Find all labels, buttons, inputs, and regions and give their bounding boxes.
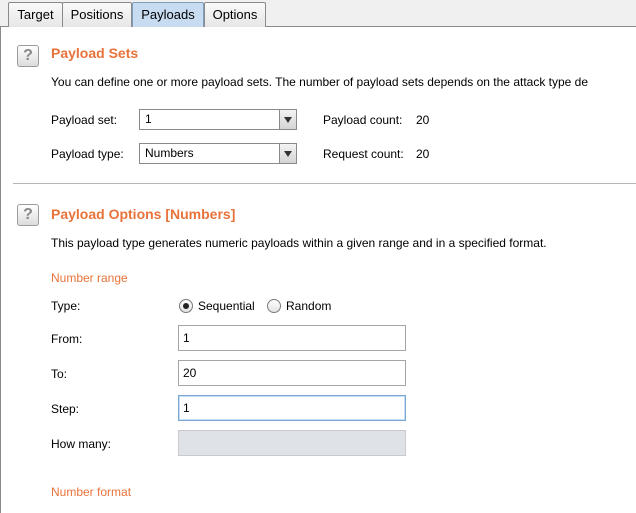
section-title-payload-options: Payload Options [Numbers] xyxy=(51,206,236,222)
help-icon[interactable]: ? xyxy=(17,204,39,226)
payload-type-select[interactable]: Numbers xyxy=(139,143,297,164)
type-label: Type: xyxy=(51,299,81,313)
radio-random-label[interactable]: Random xyxy=(286,299,331,313)
section-divider xyxy=(13,183,636,184)
from-field[interactable] xyxy=(178,325,406,351)
radio-random[interactable] xyxy=(267,299,281,313)
step-field[interactable] xyxy=(178,395,406,421)
request-count-label: Request count: xyxy=(323,147,404,161)
how-many-field xyxy=(178,430,406,456)
tab-positions[interactable]: Positions xyxy=(62,2,132,27)
radio-sequential[interactable] xyxy=(179,299,193,313)
payloads-panel: ? Payload Sets You can define one or mor… xyxy=(0,27,636,513)
from-label: From: xyxy=(51,332,83,346)
help-icon[interactable]: ? xyxy=(17,45,39,67)
payload-set-label: Payload set: xyxy=(51,113,118,127)
payload-options-description: This payload type generates numeric payl… xyxy=(51,236,547,250)
request-count-value: 20 xyxy=(416,147,430,161)
chevron-down-icon[interactable] xyxy=(279,110,296,129)
payload-count-value: 20 xyxy=(416,113,430,127)
payload-set-value: 1 xyxy=(145,112,152,126)
payload-type-label: Payload type: xyxy=(51,147,124,161)
to-field[interactable] xyxy=(178,360,406,386)
chevron-down-icon[interactable] xyxy=(279,144,296,163)
payload-set-select[interactable]: 1 xyxy=(139,109,297,130)
step-label: Step: xyxy=(51,402,80,416)
radio-sequential-label[interactable]: Sequential xyxy=(198,299,255,313)
tab-target[interactable]: Target xyxy=(8,2,63,27)
tab-payloads[interactable]: Payloads xyxy=(132,2,204,28)
tab-bar: Target Positions Payloads Options xyxy=(0,0,636,28)
to-label: To: xyxy=(51,367,68,381)
section-title-payload-sets: Payload Sets xyxy=(51,45,139,61)
payload-sets-description: You can define one or more payload sets.… xyxy=(51,75,589,89)
tab-options[interactable]: Options xyxy=(204,2,266,27)
payload-count-label: Payload count: xyxy=(323,113,403,127)
number-range-heading: Number range xyxy=(51,271,128,285)
payload-type-value: Numbers xyxy=(145,146,194,160)
number-format-heading: Number format xyxy=(51,485,132,499)
how-many-label: How many: xyxy=(51,437,112,451)
